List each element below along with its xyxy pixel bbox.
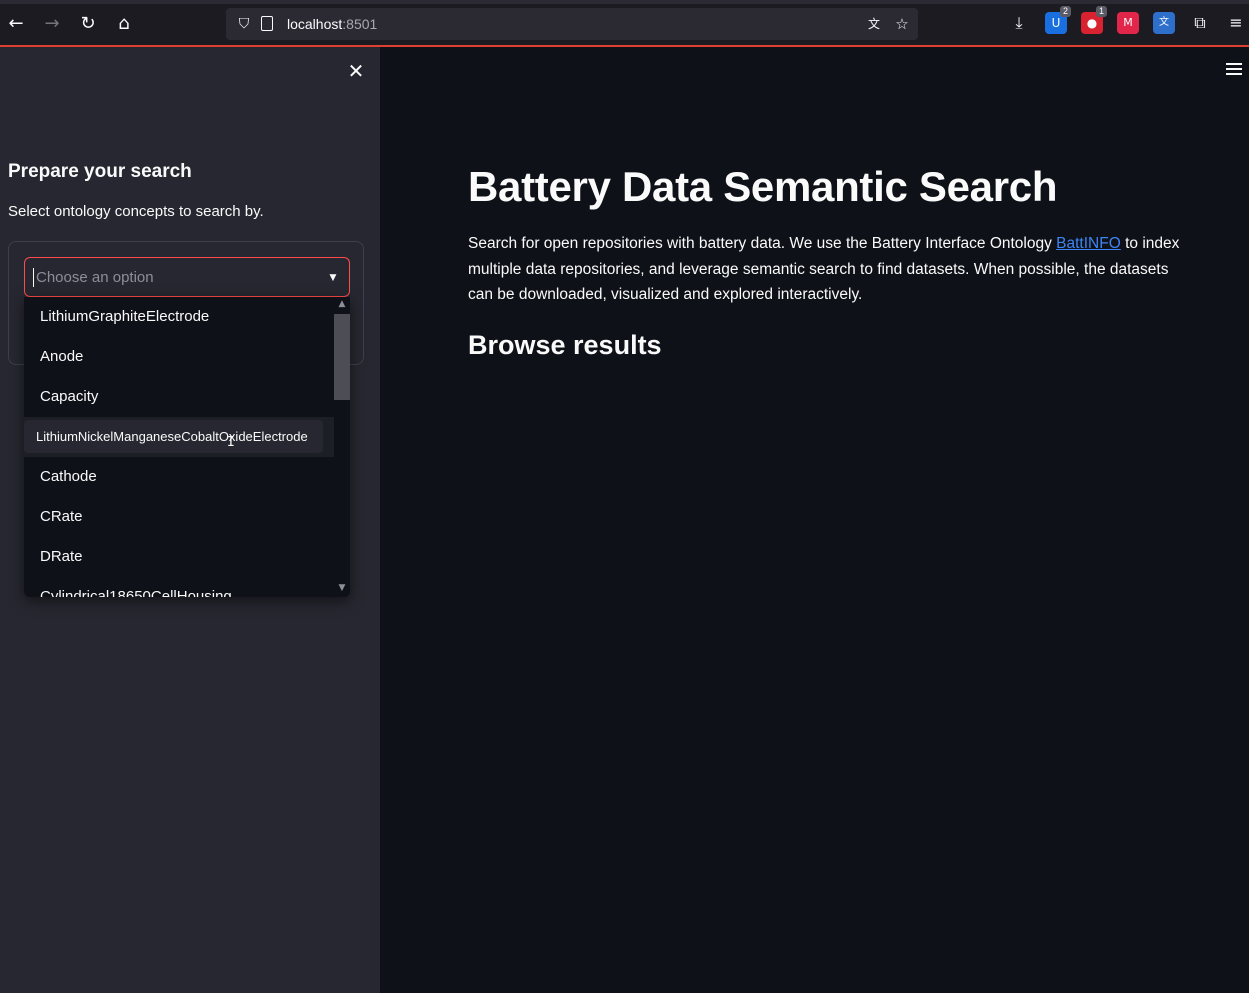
concept-multiselect[interactable]: Choose an option ▼ [24,257,350,297]
dropdown-scrollbar[interactable]: ▲ ▼ [334,297,350,597]
page-icon [261,16,273,31]
reload-icon[interactable]: ↻ [76,12,100,36]
browser-menu-icon[interactable]: ≡ [1225,12,1247,34]
main-content: Battery Data Semantic Search Search for … [380,47,1249,993]
scroll-down-arrow-icon[interactable]: ▼ [337,581,347,595]
battinfo-link[interactable]: BattINFO [1056,235,1121,252]
home-icon[interactable]: ⌂ [112,12,136,36]
sidebar: ✕ Prepare your search Select ontology co… [0,47,380,993]
tab-strip [0,0,1249,4]
option-item[interactable]: LithiumGraphiteElectrode [40,308,209,325]
option-tooltip: LithiumNickelManganeseCobaltOxideElectro… [24,420,323,453]
back-arrow-icon[interactable]: ← [4,12,28,36]
translate-icon[interactable]: 文 [864,14,884,34]
shield-icon[interactable]: ⛉ [234,14,254,34]
option-item[interactable]: Cylindrical18650CellHousing [40,588,232,597]
option-item[interactable]: Cathode [40,468,97,485]
url-bar[interactable]: ⛉ localhost:8501 文 ☆ [226,8,918,40]
ublock-badge: 2 [1059,6,1071,17]
select-placeholder: Choose an option [36,269,154,286]
scroll-up-arrow-icon[interactable]: ▲ [337,297,347,311]
dropdown-arrow-icon[interactable]: ▼ [327,268,339,288]
extensions-puzzle-icon[interactable]: ⧉ [1189,12,1211,34]
url-text[interactable]: localhost:8501 [287,16,377,32]
option-item[interactable]: Capacity [40,388,98,405]
adblock-extension-icon[interactable]: ● 1 [1081,6,1107,34]
close-sidebar-icon[interactable]: ✕ [345,60,367,82]
intro-text-before: Search for open repositories with batter… [468,235,1057,252]
ublock-extension-icon[interactable]: U2 [1045,6,1071,34]
sidebar-title: Prepare your search [8,161,192,182]
option-item[interactable]: CRate [40,508,83,525]
bookmark-star-icon[interactable]: ☆ [892,14,912,34]
option-item[interactable]: Anode [40,348,83,365]
browser-toolbar: ← → ↻ ⌂ ⛉ localhost:8501 文 ☆ ⤓ U2 ● 1 M 文… [0,0,1249,47]
mendeley-extension-icon[interactable]: M [1117,12,1139,34]
option-item[interactable]: DRate [40,548,83,565]
translator-extension-icon[interactable]: 文 [1153,12,1175,34]
text-cursor-icon: I [227,435,235,450]
url-port: :8501 [342,16,378,32]
url-host: localhost [287,16,343,32]
adblock-badge: 1 [1095,6,1107,17]
app-menu-icon[interactable] [1226,63,1244,77]
scrollbar-thumb[interactable] [334,314,350,400]
text-caret [33,268,34,287]
forward-arrow-icon[interactable]: → [40,12,64,36]
sidebar-description: Select ontology concepts to search by. [8,203,264,220]
intro-paragraph: Search for open repositories with batter… [468,231,1188,308]
download-icon[interactable]: ⤓ [1008,12,1030,34]
browse-results-heading: Browse results [468,330,662,360]
page-title: Battery Data Semantic Search [468,163,1058,210]
